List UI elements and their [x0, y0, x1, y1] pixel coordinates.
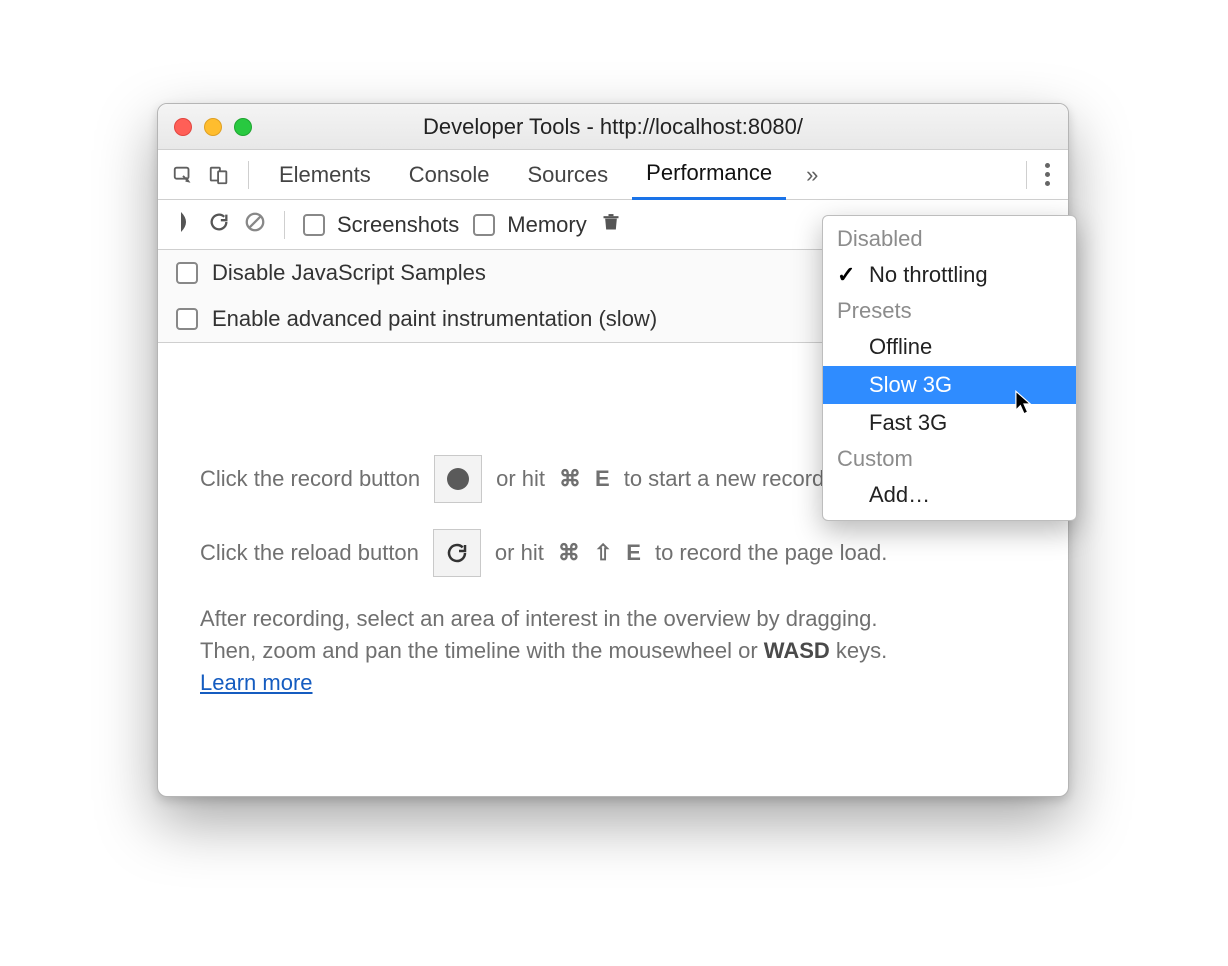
dropdown-group-custom: Custom: [823, 442, 1076, 476]
command-key-icon: ⌘: [558, 538, 580, 569]
reload-record-button[interactable]: [208, 211, 230, 239]
option-slow-3g[interactable]: Slow 3G: [823, 366, 1076, 404]
clear-button[interactable]: [244, 211, 266, 239]
traffic-lights: [158, 118, 252, 136]
tab-elements[interactable]: Elements: [265, 150, 385, 200]
dropdown-group-presets: Presets: [823, 294, 1076, 328]
checkbox-icon[interactable]: [176, 262, 198, 284]
minimize-window-button[interactable]: [204, 118, 222, 136]
title-bar: Developer Tools - http://localhost:8080/: [158, 104, 1068, 150]
screenshots-label: Screenshots: [337, 212, 459, 238]
record-button[interactable]: [178, 212, 194, 238]
screenshots-checkbox[interactable]: Screenshots: [303, 212, 459, 238]
checkbox-icon: [473, 214, 495, 236]
overview-instruction: After recording, select an area of inter…: [200, 603, 1026, 699]
close-window-button[interactable]: [174, 118, 192, 136]
divider: [248, 161, 249, 189]
option-offline[interactable]: Offline: [823, 328, 1076, 366]
inspect-icon[interactable]: [170, 162, 196, 188]
command-key-icon: ⌘: [559, 464, 581, 495]
tab-sources[interactable]: Sources: [513, 150, 622, 200]
disable-js-label: Disable JavaScript Samples: [212, 260, 486, 286]
learn-more-link[interactable]: Learn more: [200, 670, 313, 695]
tab-console[interactable]: Console: [395, 150, 504, 200]
dropdown-group-disabled: Disabled: [823, 222, 1076, 256]
memory-checkbox[interactable]: Memory: [473, 212, 586, 238]
memory-label: Memory: [507, 212, 586, 238]
zoom-window-button[interactable]: [234, 118, 252, 136]
network-throttling-dropdown: Disabled No throttling Presets Offline S…: [822, 215, 1077, 521]
option-add-custom[interactable]: Add…: [823, 476, 1076, 514]
checkbox-icon[interactable]: [176, 308, 198, 330]
reload-demo-button[interactable]: [433, 529, 481, 577]
divider: [284, 211, 285, 239]
trash-icon[interactable]: [601, 211, 621, 239]
record-circle-icon: [447, 468, 469, 490]
more-tabs-button[interactable]: »: [796, 162, 828, 188]
option-fast-3g[interactable]: Fast 3G: [823, 404, 1076, 442]
window-title: Developer Tools - http://localhost:8080/: [158, 114, 1068, 140]
menu-kebab-icon[interactable]: [1039, 163, 1056, 186]
tab-bar: Elements Console Sources Performance »: [158, 150, 1068, 200]
divider: [1026, 161, 1027, 189]
cursor-icon: [1015, 390, 1033, 416]
reload-icon: [445, 541, 469, 565]
tab-performance[interactable]: Performance: [632, 150, 786, 200]
device-toggle-icon[interactable]: [206, 162, 232, 188]
shift-key-icon: ⇧: [594, 538, 612, 569]
reload-instruction: Click the reload button or hit ⌘ ⇧ E to …: [200, 529, 1026, 577]
enable-paint-label: Enable advanced paint instrumentation (s…: [212, 306, 657, 332]
checkbox-icon: [303, 214, 325, 236]
record-demo-button[interactable]: [434, 455, 482, 503]
option-no-throttling[interactable]: No throttling: [823, 256, 1076, 294]
